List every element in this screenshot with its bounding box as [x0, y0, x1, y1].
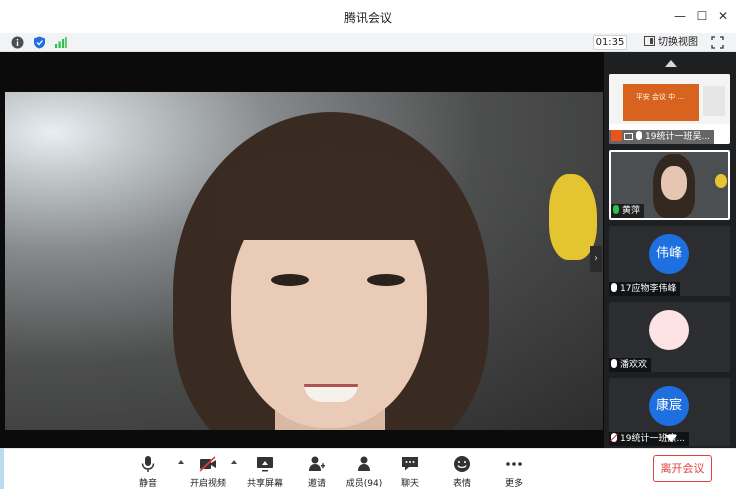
speaker-bangs — [215, 150, 441, 240]
title-bar: 腾讯会议 — ☐ ✕ — [0, 0, 736, 33]
participant-name: 17应物李伟峰 — [620, 284, 677, 294]
leave-meeting-button[interactable]: 离开会议 — [653, 455, 712, 482]
microphone-icon — [636, 131, 642, 140]
participant-name: 19统计一班吴... — [645, 132, 711, 142]
microphone-icon — [611, 359, 617, 368]
mute-label: 静音 — [138, 479, 157, 489]
chat-icon — [402, 457, 418, 471]
shared-slide-text: 平安 会议 中 ... — [635, 93, 685, 101]
window-title: 腾讯会议 — [343, 11, 392, 25]
audio-options-caret-icon[interactable] — [178, 460, 184, 464]
participant-video-face — [661, 166, 687, 200]
switch-view-label: 切换视图 — [658, 37, 698, 48]
participant-namebar: 19统计一班康... — [609, 432, 690, 446]
shared-slide: 平安 会议 中 ... — [623, 84, 699, 121]
layout-icon — [644, 36, 655, 46]
microphone-muted-icon — [611, 433, 617, 442]
screen-share-icon — [624, 133, 633, 140]
main-speaker-video[interactable] — [5, 92, 603, 430]
add-person-icon — [309, 456, 325, 471]
switch-view-button[interactable]: 切换视图 — [644, 36, 698, 49]
participant-tile[interactable]: 黄萍 — [609, 150, 730, 220]
camera-off-icon — [199, 456, 216, 472]
meeting-timer: 01:35 — [593, 35, 627, 50]
participant-avatar — [649, 310, 689, 350]
members-icon — [358, 456, 370, 471]
emoji-button[interactable]: 表情 — [445, 452, 479, 489]
speaker-eye-left — [271, 274, 309, 286]
chat-label: 聊天 — [400, 479, 419, 489]
more-label: 更多 — [504, 479, 523, 489]
participant-avatar: 康宸 — [649, 386, 689, 426]
scroll-down-icon[interactable] — [665, 435, 677, 442]
members-label: 成员(94) — [345, 479, 383, 489]
more-icon — [506, 462, 522, 466]
speaker-eye-right — [367, 274, 405, 286]
more-button[interactable]: 更多 — [497, 452, 531, 489]
sharing-badge-icon — [611, 130, 622, 141]
participant-tile[interactable]: 潘欢欢 — [609, 302, 730, 372]
shared-slide-panel — [703, 86, 725, 116]
chat-button[interactable]: 聊天 — [393, 452, 427, 489]
microphone-icon — [611, 283, 617, 292]
share-screen-button[interactable]: 共享屏幕 — [244, 452, 286, 489]
maximize-button[interactable]: ☐ — [692, 8, 712, 24]
invite-label: 邀请 — [307, 479, 326, 489]
video-options-caret-icon[interactable] — [231, 460, 237, 464]
collapse-sidebar-button[interactable]: › — [590, 246, 602, 272]
invite-button[interactable]: 邀请 — [300, 452, 334, 489]
start-video-label: 开启视频 — [189, 479, 226, 489]
info-icon[interactable] — [11, 36, 24, 49]
participant-namebar: 黄萍 — [611, 204, 645, 218]
participant-avatar: 伟峰 — [649, 234, 689, 274]
security-shield-icon[interactable] — [33, 36, 46, 49]
share-screen-icon — [257, 457, 273, 472]
meeting-info-bar: 01:35 切换视图 — [0, 33, 736, 52]
participant-namebar: 潘欢欢 — [609, 358, 652, 372]
start-video-button[interactable]: 开启视频 — [187, 452, 229, 489]
participant-sidebar: 平安 会议 中 ... 19统计一班吴... 黄萍 伟峰 17应物李伟峰 潘欢欢… — [604, 52, 736, 448]
mute-button[interactable]: 静音 — [130, 452, 166, 489]
participant-tile[interactable]: 平安 会议 中 ... 19统计一班吴... — [609, 74, 730, 144]
microphone-active-icon — [613, 205, 619, 214]
emoji-icon — [454, 456, 470, 472]
signal-strength-icon[interactable] — [54, 36, 67, 49]
participant-tile[interactable]: 伟峰 17应物李伟峰 — [609, 226, 730, 296]
minimize-button[interactable]: — — [670, 8, 690, 24]
members-button[interactable]: 成员(94) — [343, 452, 385, 489]
meeting-toolbar: 静音 开启视频 共享屏幕 邀请 成员(94) 聊天 表情 更多 离开会议 — [0, 448, 736, 489]
desktop-edge-strip — [0, 448, 4, 489]
shared-screen-thumbnail: 平安 会议 中 ... — [609, 74, 730, 124]
participant-video-decoration — [715, 174, 727, 188]
scroll-up-icon[interactable] — [665, 60, 677, 67]
participant-namebar: 17应物李伟峰 — [609, 282, 681, 296]
share-screen-label: 共享屏幕 — [246, 479, 283, 489]
emoji-label: 表情 — [452, 479, 471, 489]
close-button[interactable]: ✕ — [713, 8, 733, 24]
participant-name: 潘欢欢 — [620, 360, 648, 370]
participant-name: 黄萍 — [622, 206, 641, 216]
fullscreen-icon[interactable] — [711, 36, 724, 49]
microphone-icon — [141, 456, 155, 472]
participant-namebar: 19统计一班吴... — [609, 130, 715, 144]
